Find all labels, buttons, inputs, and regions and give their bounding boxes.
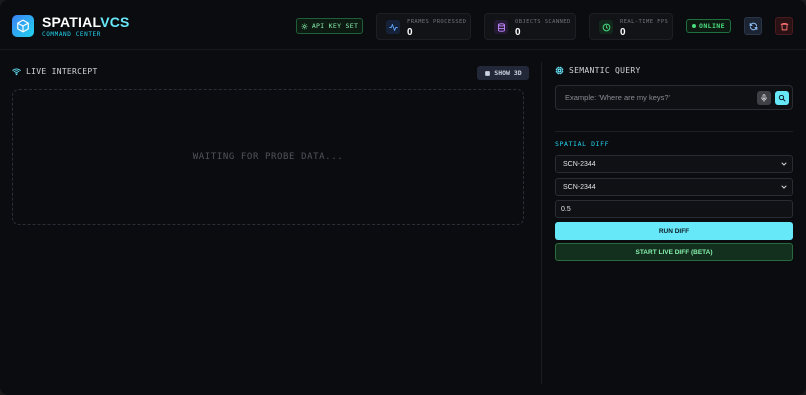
activity-icon (386, 20, 400, 34)
chevron-down-icon (781, 162, 787, 166)
scene-b-select[interactable]: SCN-2344 (555, 178, 793, 196)
show-3d-button[interactable]: SHOW 3D (477, 66, 529, 80)
refresh-icon (749, 22, 757, 30)
threshold-input[interactable]: 0.5 (555, 200, 793, 218)
microphone-icon (761, 94, 767, 102)
run-diff-button[interactable]: RUN DIFF (555, 222, 793, 240)
refresh-button[interactable] (744, 17, 762, 35)
stat-value: 0 (620, 27, 626, 38)
live-intercept-heading: LIVE INTERCEPT (12, 67, 98, 76)
semantic-query-input[interactable] (556, 86, 752, 109)
scene-b-value: SCN-2344 (563, 183, 596, 191)
stat-frames-processed: FRAMES PROCESSED 0 (376, 13, 471, 40)
brain-icon (555, 66, 564, 75)
app-window: SPATIALVCS COMMAND CENTER API KEY SET FR… (0, 0, 806, 395)
panel-divider (541, 62, 542, 384)
scene-a-value: SCN-2344 (563, 160, 596, 168)
show-3d-label: SHOW 3D (494, 69, 522, 77)
cube-icon (485, 70, 491, 76)
wifi-icon (12, 68, 21, 76)
stat-objects-scanned: OBJECTS SCANNED 0 (484, 13, 576, 40)
gear-icon (301, 23, 308, 29)
cube-icon (12, 15, 34, 37)
semantic-query-heading: SEMANTIC QUERY (555, 66, 641, 75)
api-key-label: API KEY SET (311, 22, 359, 30)
app-subtitle: COMMAND CENTER (42, 31, 101, 38)
stat-label: REAL-TIME FPS (620, 19, 669, 25)
semantic-query-box (555, 85, 793, 110)
stat-label: FRAMES PROCESSED (407, 19, 467, 25)
status-badge: ONLINE (686, 19, 731, 33)
stat-value: 0 (515, 27, 521, 38)
start-live-diff-button[interactable]: START LIVE DIFF (BETA) (555, 243, 793, 261)
app-title: SPATIALVCS (42, 14, 130, 30)
trash-icon (780, 22, 788, 30)
search-icon (778, 94, 786, 102)
live-intercept-viewport: WAITING FOR PROBE DATA... (12, 89, 524, 225)
semantic-query-title: SEMANTIC QUERY (569, 66, 641, 75)
stat-value: 0 (407, 27, 413, 38)
stat-label: OBJECTS SCANNED (515, 19, 571, 25)
api-key-button[interactable]: API KEY SET (296, 18, 363, 34)
stat-realtime-fps: REAL-TIME FPS 0 (589, 13, 673, 40)
start-live-diff-label: START LIVE DIFF (BETA) (635, 248, 713, 256)
status-label: ONLINE (699, 22, 725, 30)
scene-a-select[interactable]: SCN-2344 (555, 155, 793, 173)
threshold-value: 0.5 (561, 205, 571, 213)
header: SPATIALVCS COMMAND CENTER API KEY SET FR… (0, 0, 806, 50)
clock-icon (599, 20, 613, 34)
run-diff-label: RUN DIFF (658, 227, 690, 235)
search-button[interactable] (775, 91, 789, 105)
database-icon (494, 20, 508, 34)
section-divider (555, 131, 793, 132)
status-dot-icon (692, 24, 697, 28)
chevron-down-icon (781, 185, 787, 189)
live-intercept-title: LIVE INTERCEPT (26, 67, 98, 76)
voice-input-button[interactable] (757, 91, 771, 105)
waiting-text: WAITING FOR PROBE DATA... (192, 152, 344, 162)
spatial-diff-title: SPATIAL DIFF (555, 140, 610, 148)
delete-button[interactable] (775, 17, 793, 35)
